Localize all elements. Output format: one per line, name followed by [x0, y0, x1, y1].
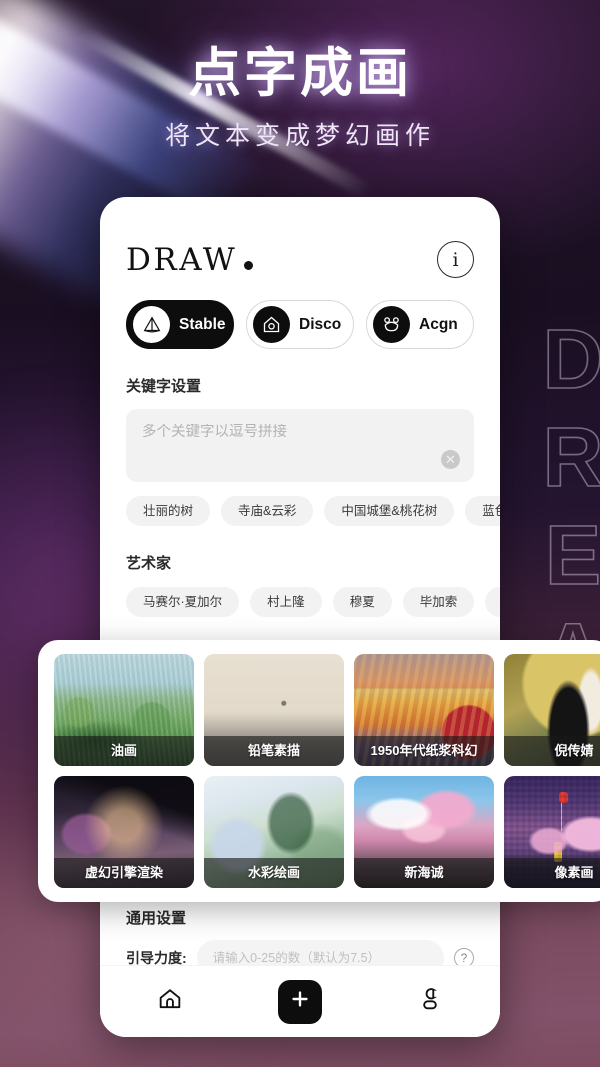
pyramid-icon	[133, 306, 170, 343]
style-picker-panel: 油画 铅笔素描 1950年代纸浆科幻 倪传婧 虚幻引擎渲染 水彩绘画 新海诚 像…	[38, 640, 600, 902]
style-tile-label: 1950年代纸浆科幻	[354, 736, 494, 766]
clear-circle-icon[interactable]: ✕	[441, 450, 460, 469]
artist-section-title: 艺术家	[126, 555, 172, 572]
tab-acgn-label: Acgn	[419, 315, 458, 333]
style-tile[interactable]: 水彩绘画	[204, 776, 344, 888]
person-icon	[416, 985, 444, 1018]
tab-stable[interactable]: Stable	[126, 300, 234, 349]
style-tile[interactable]: 新海诚	[354, 776, 494, 888]
style-tile[interactable]: 油画	[54, 654, 194, 766]
keyword-chip[interactable]: 中国城堡&桃花树	[324, 496, 455, 526]
tab-disco-label: Disco	[299, 315, 342, 333]
artist-chip-row[interactable]: 马赛尔·夏加尔 村上隆 穆夏 毕加索 梵高	[100, 573, 500, 617]
style-tile-label: 虚幻引擎渲染	[54, 858, 194, 888]
brand-logo-text: DRAW	[126, 241, 238, 278]
bottom-nav	[100, 965, 500, 1037]
brand-logo: DRAW	[126, 241, 254, 278]
keyword-chip[interactable]: 壮丽的树	[126, 496, 211, 526]
app-card: DRAW i Stable Disco Acgn 关键字设置 多个关键字以逗号拼…	[100, 197, 500, 1037]
artist-chip[interactable]: 村上隆	[250, 587, 322, 617]
camera-house-icon	[253, 306, 290, 343]
keyword-chip[interactable]: 蓝色海洋	[465, 496, 500, 526]
style-tile-label: 油画	[54, 736, 194, 766]
tab-stable-label: Stable	[179, 315, 226, 333]
style-tile-label: 铅笔素描	[204, 736, 344, 766]
page-subtitle: 将文本变成梦幻画作	[164, 121, 435, 151]
keyword-input-box[interactable]: ✕	[126, 409, 474, 482]
style-tile-label: 倪传婧	[504, 736, 600, 766]
nav-home-button[interactable]	[138, 978, 202, 1026]
brand-dot-icon	[244, 260, 254, 270]
style-tile-label: 新海诚	[354, 858, 494, 888]
keyword-chip[interactable]: 寺庙&云彩	[221, 496, 314, 526]
artist-chip[interactable]: 梵高	[485, 587, 500, 617]
style-tile-label: 像素画	[504, 858, 600, 888]
nav-profile-button[interactable]	[398, 978, 462, 1026]
tab-acgn[interactable]: Acgn	[366, 300, 474, 349]
keyword-chip-row[interactable]: 壮丽的树 寺庙&云彩 中国城堡&桃花树 蓝色海洋	[100, 482, 500, 526]
question-mark-icon[interactable]: ?	[454, 948, 474, 965]
keyword-input[interactable]	[142, 424, 430, 440]
plus-icon	[289, 988, 311, 1015]
page-title: 点字成画	[188, 42, 412, 104]
home-icon	[156, 985, 184, 1018]
general-section-title: 通用设置	[126, 910, 187, 927]
style-tile[interactable]: 像素画	[504, 776, 600, 888]
artist-chip[interactable]: 毕加索	[402, 587, 475, 617]
guidance-setting-row: 引导力度: ?	[100, 928, 500, 965]
keyword-section-title: 关键字设置	[126, 378, 202, 395]
style-tile[interactable]: 倪传婧	[504, 654, 600, 766]
app-header: DRAW i	[100, 197, 500, 278]
artist-chip[interactable]: 穆夏	[332, 587, 392, 617]
headline-block: 点字成画 将文本变成梦幻画作	[0, 44, 600, 152]
guidance-label: 引导力度:	[126, 950, 187, 965]
bear-face-icon	[373, 306, 410, 343]
balloon-icon	[558, 792, 568, 803]
style-tile-label: 水彩绘画	[204, 858, 344, 888]
style-grid: 油画 铅笔素描 1950年代纸浆科幻 倪传婧 虚幻引擎渲染 水彩绘画 新海诚 像…	[54, 654, 600, 888]
guidance-input[interactable]	[196, 940, 444, 965]
nav-add-button[interactable]	[278, 979, 322, 1024]
artist-chip[interactable]: 马赛尔·夏加尔	[126, 587, 240, 617]
balloon-string-icon	[561, 803, 563, 831]
tab-disco[interactable]: Disco	[246, 300, 354, 349]
model-tabs: Stable Disco Acgn	[100, 278, 500, 349]
style-tile[interactable]: 虚幻引擎渲染	[54, 776, 194, 888]
style-tile[interactable]: 1950年代纸浆科幻	[354, 654, 494, 766]
style-tile[interactable]: 铅笔素描	[204, 654, 344, 766]
info-icon[interactable]: i	[437, 241, 474, 278]
